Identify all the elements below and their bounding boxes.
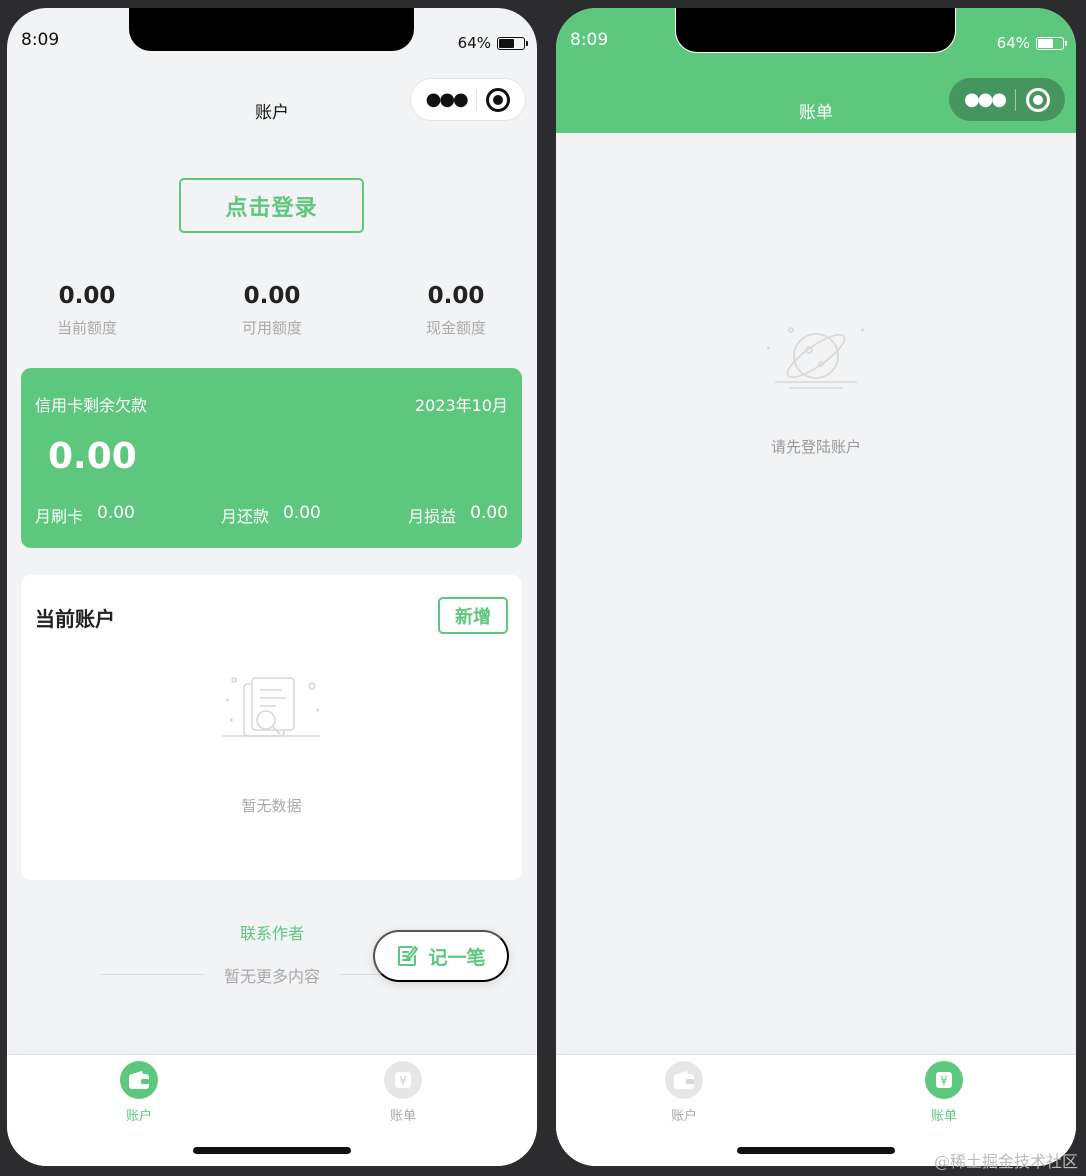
battery-icon <box>1036 36 1067 50</box>
capsule-divider <box>476 88 478 111</box>
stat-label: 当前额度 <box>56 319 117 337</box>
credit-card-summary[interactable]: 信用卡剩余欠款 2023年10月 0.00 月刷卡 0.00 月还款 0.00 … <box>21 368 522 548</box>
tab-label: 账单 <box>930 1109 957 1124</box>
login-button[interactable]: 点击登录 <box>179 178 364 233</box>
current-accounts-panel: 当前账户 新增 暂无数据 <box>21 575 522 880</box>
tab-bar: 账户 ¥ 账单 <box>7 1054 537 1166</box>
device-notch <box>129 8 414 51</box>
status-time: 8:09 <box>21 30 60 50</box>
credit-card-amount: 0.00 <box>48 436 137 477</box>
stat-current-quota: 0.00 当前额度 <box>27 283 147 338</box>
battery-status: 64% <box>996 34 1067 52</box>
add-account-button[interactable]: 新增 <box>438 597 508 634</box>
mini-program-capsule: ●●● <box>949 78 1065 121</box>
wallet-icon <box>120 1061 158 1099</box>
add-record-button[interactable]: 记一笔 <box>373 930 509 982</box>
yen-bill-icon: ¥ <box>925 1061 963 1099</box>
credit-card-title: 信用卡剩余欠款 <box>35 396 148 415</box>
monthly-spend: 月刷卡 0.00 <box>35 503 135 527</box>
divider-line-left <box>100 974 205 975</box>
wallet-icon <box>665 1061 703 1099</box>
more-dots-icon[interactable]: ●●● <box>426 89 469 110</box>
svg-text:¥: ¥ <box>399 1074 407 1088</box>
stat-label: 现金额度 <box>425 319 486 337</box>
monthly-pl: 月损益 0.00 <box>408 503 508 527</box>
empty-document-icon <box>222 677 320 737</box>
tab-bill[interactable]: ¥ 账单 <box>884 1061 1004 1124</box>
status-time: 8:09 <box>570 30 609 50</box>
home-indicator[interactable] <box>193 1147 351 1154</box>
watermark-text: @稀土掘金技术社区 <box>933 1152 1078 1171</box>
monthly-spend-value: 0.00 <box>97 503 135 523</box>
device-notch <box>675 8 956 53</box>
tab-label: 账单 <box>389 1109 416 1124</box>
target-circle-icon[interactable] <box>1026 87 1050 112</box>
tab-account[interactable]: 账户 <box>79 1061 199 1124</box>
yen-bill-icon: ¥ <box>384 1061 422 1099</box>
stat-available-quota: 0.00 可用额度 <box>212 283 332 338</box>
add-record-label: 记一笔 <box>428 947 486 969</box>
battery-status: 64% <box>457 34 528 52</box>
quota-stats: 0.00 当前额度 0.00 可用额度 0.00 现金额度 <box>7 283 537 343</box>
credit-card-date: 2023年10月 <box>414 396 508 415</box>
home-indicator[interactable] <box>737 1147 895 1154</box>
account-screen: 8:09 64% 账户 ●●● 点击登录 0.00 当前额度 0.00 可用额度… <box>7 8 537 1166</box>
monthly-repay-value: 0.00 <box>283 503 321 523</box>
monthly-pl-label: 月损益 <box>408 507 457 526</box>
nav-bar: 账户 ●●● <box>7 68 537 134</box>
monthly-repay-label: 月还款 <box>221 507 270 526</box>
mini-program-capsule: ●●● <box>410 78 526 121</box>
stat-value: 0.00 <box>58 283 116 309</box>
tab-account[interactable]: 账户 <box>624 1061 744 1124</box>
battery-percent: 64% <box>457 34 491 52</box>
battery-icon <box>497 36 528 50</box>
battery-percent: 64% <box>996 34 1030 52</box>
stat-cash-quota: 0.00 现金额度 <box>396 283 516 338</box>
tab-label: 账户 <box>670 1109 697 1124</box>
empty-accounts-text: 暂无数据 <box>241 797 302 815</box>
login-prompt-text: 请先登陆账户 <box>770 438 861 456</box>
capsule-divider <box>1015 88 1017 111</box>
bill-screen: 8:09 64% 账单 ●●● 请先登陆账户 账户 ¥ 账单 <box>556 8 1076 1166</box>
accounts-title: 当前账户 <box>35 607 115 631</box>
target-circle-icon[interactable] <box>486 87 511 112</box>
more-dots-icon[interactable]: ●●● <box>964 89 1007 110</box>
svg-text:¥: ¥ <box>940 1074 948 1088</box>
empty-planet-icon <box>767 327 864 389</box>
tab-label: 账户 <box>125 1109 152 1124</box>
monthly-spend-label: 月刷卡 <box>35 507 84 526</box>
stat-value: 0.00 <box>243 283 301 309</box>
edit-note-icon <box>398 946 419 966</box>
stat-label: 可用额度 <box>241 319 302 337</box>
no-more-text: 暂无更多内容 <box>223 967 320 986</box>
tab-bill[interactable]: ¥ 账单 <box>343 1061 463 1124</box>
monthly-pl-value: 0.00 <box>470 503 508 523</box>
nav-bar: 账单 ●●● <box>556 68 1076 134</box>
stat-value: 0.00 <box>427 283 485 309</box>
monthly-repay: 月还款 0.00 <box>221 503 321 527</box>
